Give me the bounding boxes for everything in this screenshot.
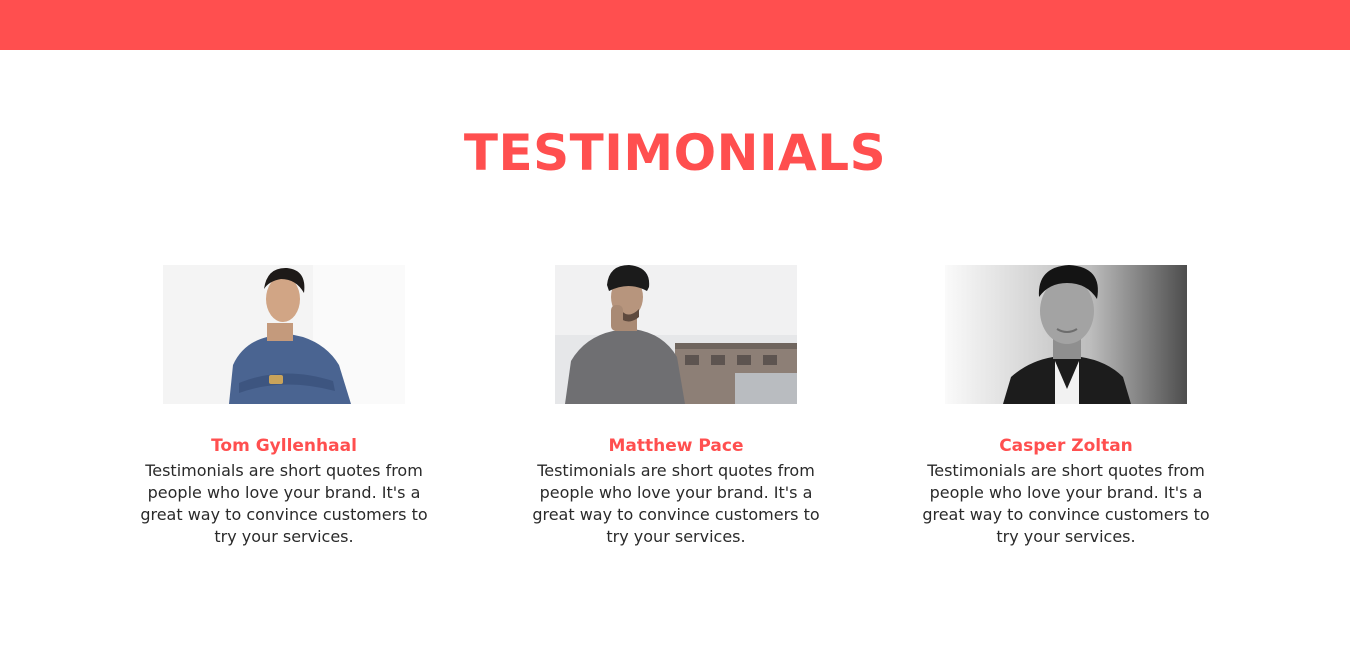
testimonial-card: Matthew Pace Testimonials are short quot… bbox=[526, 265, 826, 548]
testimonial-photo bbox=[555, 265, 797, 404]
testimonial-quote: Testimonials are short quotes from peopl… bbox=[922, 461, 1210, 546]
testimonial-name: Matthew Pace bbox=[608, 436, 744, 456]
testimonial-name: Casper Zoltan bbox=[999, 436, 1133, 456]
testimonial-name: Tom Gyllenhaal bbox=[211, 436, 357, 456]
testimonial-card: Casper Zoltan Testimonials are short quo… bbox=[916, 265, 1216, 548]
testimonial-card: Tom Gyllenhaal Testimonials are short qu… bbox=[134, 265, 434, 548]
testimonial-quote: Testimonials are short quotes from peopl… bbox=[140, 461, 428, 546]
testimonial-photo bbox=[163, 265, 405, 404]
top-banner bbox=[0, 0, 1350, 50]
testimonial-quote: Testimonials are short quotes from peopl… bbox=[532, 461, 820, 546]
testimonial-photo bbox=[945, 265, 1187, 404]
section-title: TESTIMONIALS bbox=[463, 124, 887, 182]
